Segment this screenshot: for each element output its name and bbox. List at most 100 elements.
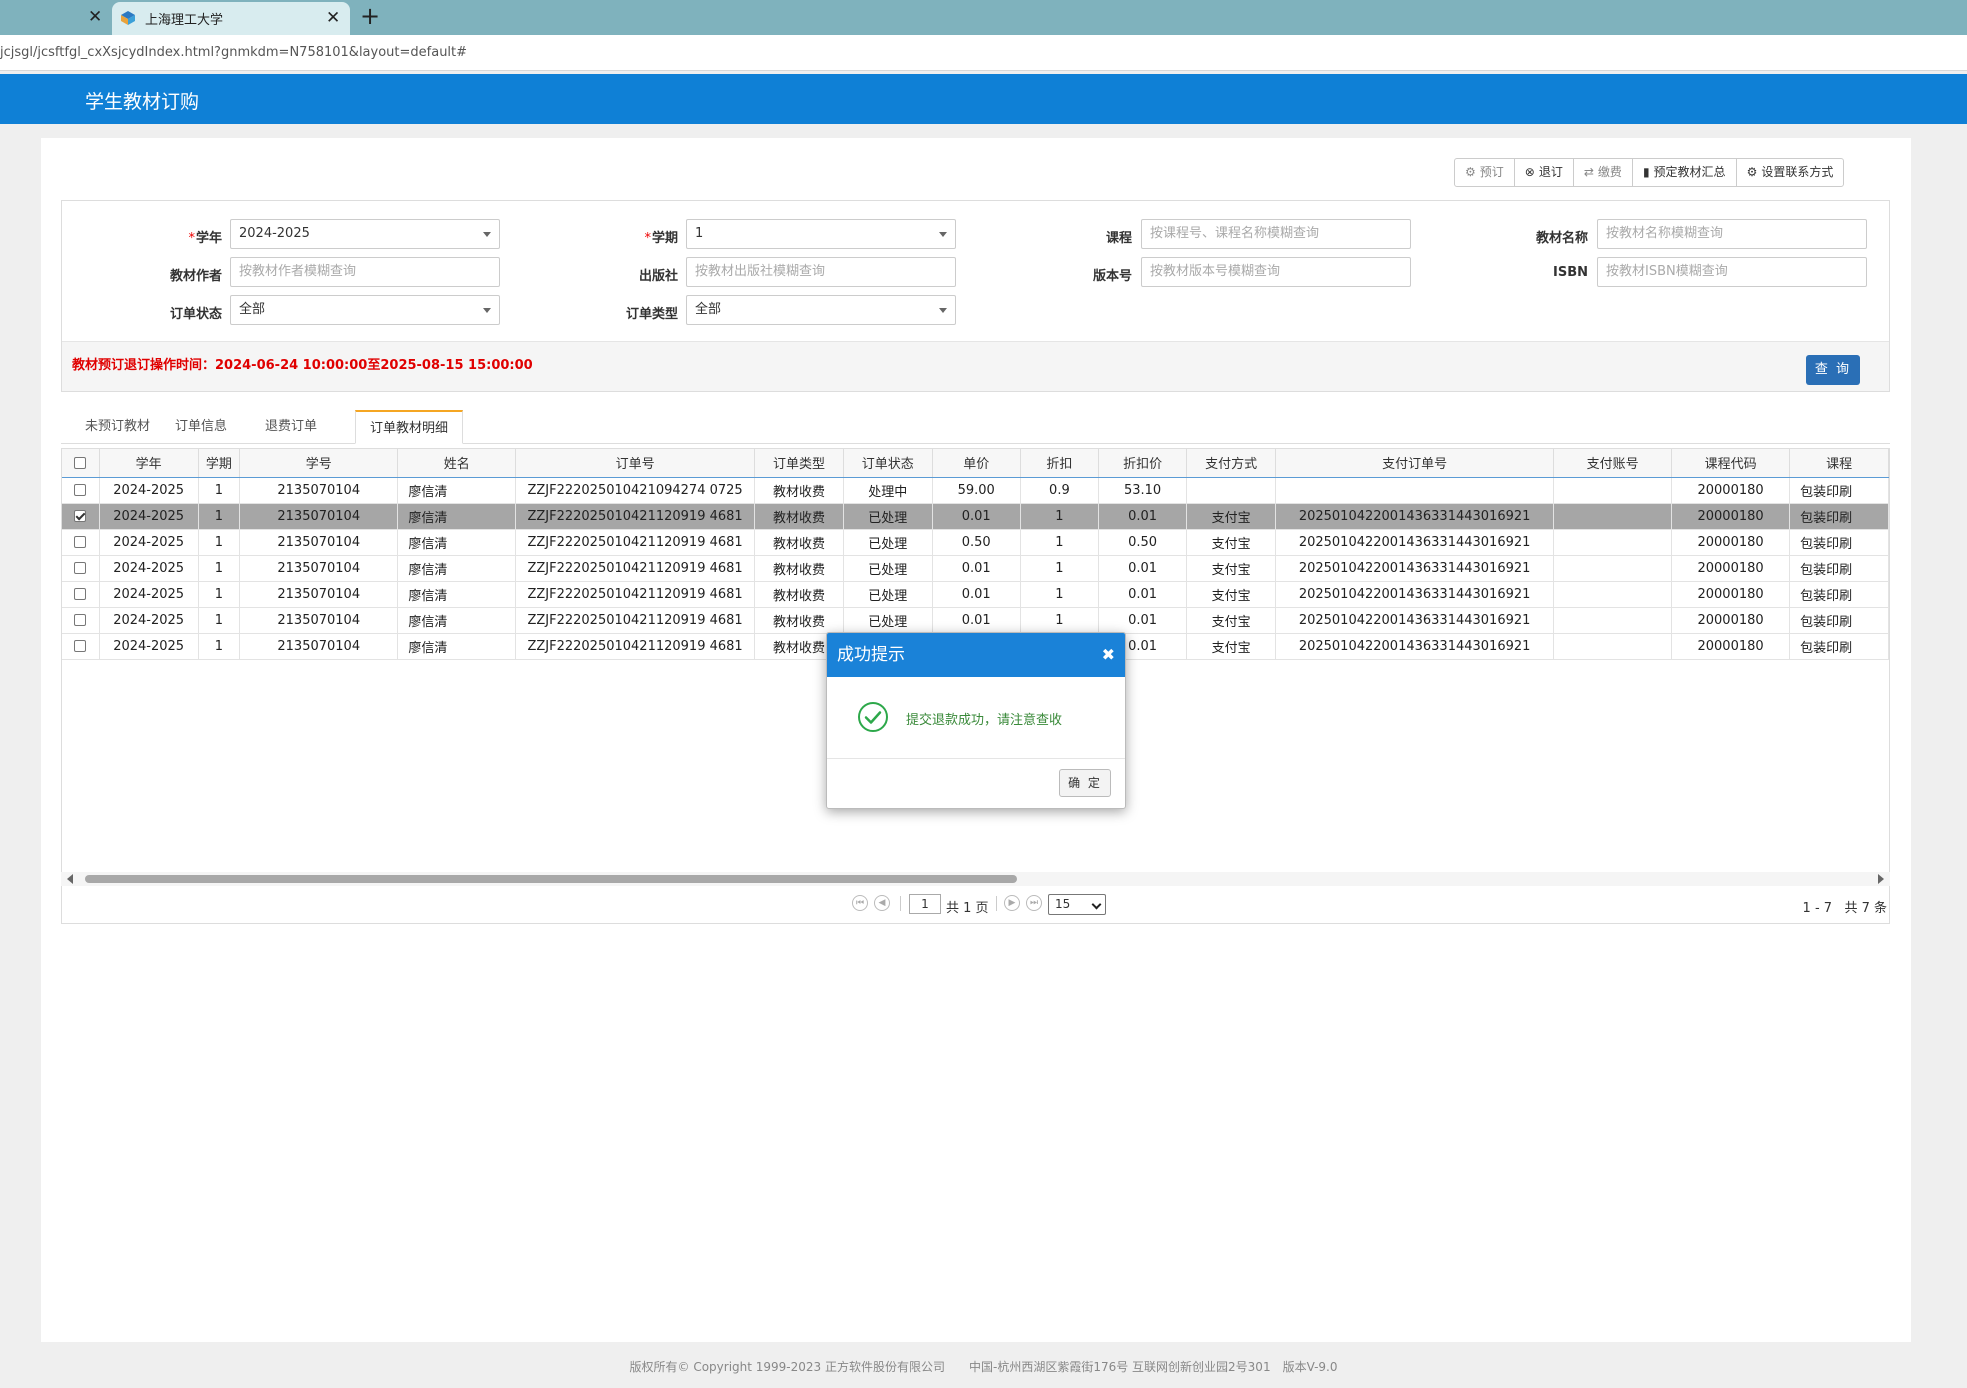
bar-chart-icon: ▮ — [1642, 165, 1650, 179]
table-cell: 2024-2025 — [99, 477, 199, 504]
table-cell: 1 — [1020, 529, 1099, 556]
checkbox-icon[interactable] — [74, 588, 87, 600]
cancel-order-button[interactable]: ⊗ 退订 — [1515, 159, 1574, 186]
order-status-select[interactable]: 全部 — [230, 295, 500, 325]
page-size-select[interactable]: 15 — [1048, 894, 1106, 915]
column-header[interactable]: 订单号 — [515, 449, 756, 478]
checkbox-icon[interactable] — [74, 536, 87, 548]
select-all-checkbox[interactable] — [62, 449, 100, 478]
browser-tab-previous[interactable]: ✕ — [0, 0, 110, 35]
row-checkbox[interactable] — [62, 633, 100, 660]
tab-unordered-books[interactable]: 未预订教材 — [71, 410, 164, 444]
close-tab-icon[interactable]: ✕ — [88, 7, 102, 27]
checkbox-icon[interactable] — [74, 510, 87, 522]
column-header[interactable]: 订单状态 — [843, 449, 933, 478]
new-tab-icon[interactable]: + — [360, 2, 380, 30]
checkbox-icon[interactable] — [74, 640, 87, 652]
order-summary-button[interactable]: ▮ 预定教材汇总 — [1633, 159, 1737, 186]
year-select[interactable]: 2024-2025 — [230, 219, 500, 249]
url-text[interactable]: jcjsgl/jcsftfgl_cxXsjcydIndex.html?gnmkd… — [0, 45, 467, 60]
checkbox-icon[interactable] — [74, 562, 87, 574]
column-header[interactable]: 支付方式 — [1186, 449, 1276, 478]
table-cell: 0.9 — [1020, 477, 1099, 504]
search-button[interactable]: 查 询 — [1806, 355, 1860, 385]
author-input[interactable]: 按教材作者模糊查询 — [230, 257, 500, 287]
horizontal-scrollbar[interactable] — [61, 872, 1890, 886]
tab-refund-orders[interactable]: 退费订单 — [251, 410, 331, 444]
table-cell: 教材收费 — [754, 503, 844, 530]
table-cell: 已处理 — [843, 607, 933, 634]
close-tab-icon[interactable]: ✕ — [326, 8, 340, 28]
table-cell: 1 — [1020, 503, 1099, 530]
dialog-title: 成功提示 — [837, 645, 905, 665]
checkbox-icon[interactable] — [74, 484, 87, 496]
table-cell: 20000180 — [1671, 555, 1791, 582]
table-cell: 支付宝 — [1186, 529, 1276, 556]
column-header[interactable]: 订单类型 — [754, 449, 844, 478]
table-row[interactable]: 2024-2025 1 2135070104 廖信清 ZZJF2220250104211… — [62, 607, 1889, 634]
record-range: 1 - 7 — [1802, 901, 1833, 916]
column-header[interactable]: 支付订单号 — [1275, 449, 1555, 478]
column-header[interactable]: 折扣价 — [1098, 449, 1188, 478]
table-cell: 2135070104 — [239, 607, 399, 634]
row-checkbox[interactable] — [62, 503, 100, 530]
term-select[interactable]: 1 — [686, 219, 956, 249]
action-toolbar: ⚙ 预订 ⊗ 退订 ⇄ 缴费 ▮ 预定教材汇总 ⚙ 设置联系方式 — [1454, 158, 1845, 187]
order-type-select[interactable]: 全部 — [686, 295, 956, 325]
tab-order-book-details[interactable]: 订单教材明细 — [355, 410, 464, 444]
table-row[interactable]: 2024-2025 1 2135070104 廖信清 ZZJF2220250104211… — [62, 581, 1889, 608]
required-mark: * — [188, 231, 195, 246]
prev-page-icon[interactable]: ◀ — [874, 895, 890, 911]
isbn-input[interactable]: 按教材ISBN模糊查询 — [1597, 257, 1867, 287]
browser-tab-title: 上海理工大学 — [145, 13, 224, 28]
checkbox-icon[interactable] — [74, 456, 87, 469]
edition-input[interactable]: 按教材版本号模糊查询 — [1141, 257, 1411, 287]
column-header[interactable]: 支付账号 — [1553, 449, 1672, 478]
table-cell: 0.01 — [932, 503, 1021, 530]
table-row[interactable]: 2024-2025 1 2135070104 廖信清 ZZJF2220250104211… — [62, 529, 1889, 556]
set-contact-button[interactable]: ⚙ 设置联系方式 — [1737, 159, 1844, 186]
table-cell: 20000180 — [1671, 477, 1791, 504]
column-header[interactable]: 课程 — [1789, 449, 1889, 478]
table-cell: ZZJF222025010421094274 0725 — [515, 477, 756, 504]
table-row[interactable]: 2024-2025 1 2135070104 廖信清 ZZJF2220250104210… — [62, 477, 1889, 504]
last-page-icon[interactable]: ⏭ — [1026, 895, 1042, 911]
table-cell: 1 — [198, 581, 241, 608]
tab-order-info[interactable]: 订单信息 — [161, 410, 241, 444]
scroll-left-icon[interactable] — [67, 874, 73, 884]
first-page-icon[interactable]: ⏮ — [852, 895, 868, 911]
row-checkbox[interactable] — [62, 581, 100, 608]
book-name-input[interactable]: 按教材名称模糊查询 — [1597, 219, 1867, 249]
column-header[interactable]: 单价 — [932, 449, 1021, 478]
column-header[interactable]: 学年 — [99, 449, 199, 478]
column-header[interactable]: 课程代码 — [1671, 449, 1791, 478]
table-row[interactable]: 2024-2025 1 2135070104 廖信清 ZZJF2220250104211… — [62, 555, 1889, 582]
column-header[interactable]: 姓名 — [397, 449, 516, 478]
ok-button[interactable]: 确 定 — [1059, 769, 1111, 797]
row-checkbox[interactable] — [62, 529, 100, 556]
table-row[interactable]: 2024-2025 1 2135070104 廖信清 ZZJF2220250104211… — [62, 503, 1889, 530]
column-header[interactable]: 学号 — [239, 449, 399, 478]
scrollbar-thumb[interactable] — [85, 875, 1017, 883]
column-header[interactable]: 折扣 — [1020, 449, 1099, 478]
row-checkbox[interactable] — [62, 477, 100, 504]
page-number-input[interactable]: 1 — [909, 894, 941, 914]
course-input[interactable]: 按课程号、课程名称模糊查询 — [1141, 219, 1411, 249]
publisher-input[interactable]: 按教材出版社模糊查询 — [686, 257, 956, 287]
column-header[interactable]: 学期 — [198, 449, 241, 478]
table-cell: 53.10 — [1098, 477, 1188, 504]
total-pages-text: 共 1 页 — [946, 901, 989, 916]
browser-tab-active[interactable]: 上海理工大学 ✕ — [112, 2, 350, 35]
address-bar[interactable]: jcjsgl/jcsftfgl_cxXsjcydIndex.html?gnmkd… — [0, 35, 1967, 71]
checkbox-icon[interactable] — [74, 614, 87, 626]
pay-button[interactable]: ⇄ 缴费 — [1574, 159, 1633, 186]
next-page-icon[interactable]: ▶ — [1004, 895, 1020, 911]
scroll-right-icon[interactable] — [1878, 874, 1884, 884]
close-icon[interactable]: ✖ — [1102, 633, 1115, 677]
row-checkbox[interactable] — [62, 555, 100, 582]
page-size-value: 15 — [1055, 897, 1071, 911]
row-checkbox[interactable] — [62, 607, 100, 634]
order-button[interactable]: ⚙ 预订 — [1455, 159, 1515, 186]
table-cell: 廖信清 — [397, 581, 516, 608]
table-cell: 包装印刷 — [1789, 607, 1889, 634]
